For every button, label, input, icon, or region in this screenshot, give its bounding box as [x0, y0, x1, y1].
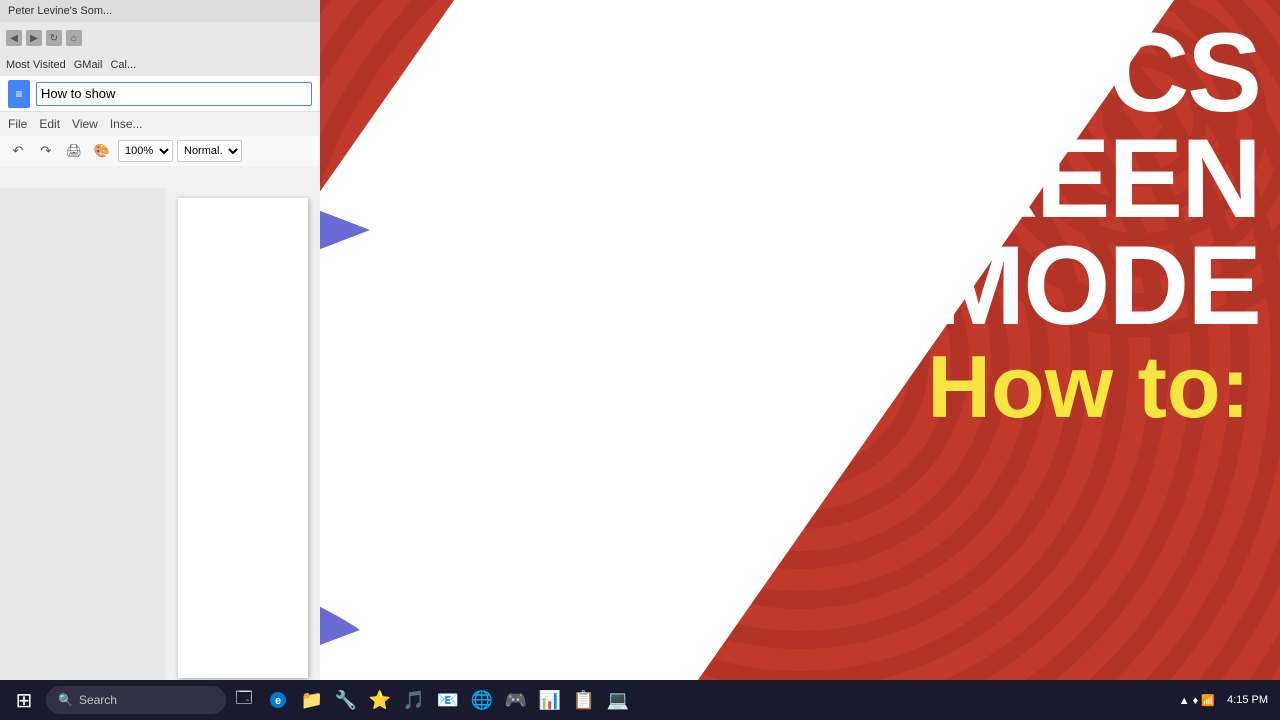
- taskbar-icon10[interactable]: 📋: [568, 684, 600, 716]
- system-tray: ▲ ♦ 📶 4:15 PM: [1171, 694, 1276, 707]
- taskbar-icon9[interactable]: 📊: [534, 684, 566, 716]
- bookmarks-bar: Most Visited GMail Cal...: [0, 54, 320, 76]
- redo-button[interactable]: ↷: [34, 139, 58, 163]
- taskbar-icon7[interactable]: 🌐: [466, 684, 498, 716]
- taskbar-icon3[interactable]: 🔧: [330, 684, 362, 716]
- doc-page-wrapper: [165, 188, 320, 680]
- paintformat-button[interactable]: 🎨: [90, 139, 114, 163]
- taskbar-taskview[interactable]: 🗔: [228, 684, 260, 716]
- search-icon: 🔍: [58, 693, 73, 707]
- zoom-select[interactable]: 100% 75% 125%: [118, 140, 173, 162]
- search-label: Search: [79, 693, 117, 707]
- taskbar-search[interactable]: 🔍 Search: [46, 686, 226, 714]
- bookmark-mostvisited[interactable]: Most Visited: [6, 59, 66, 71]
- gdocs-menubar: File Edit View Inse...: [0, 112, 320, 136]
- undo-button[interactable]: ↶: [6, 139, 30, 163]
- title-subtitle: How to:: [436, 339, 1260, 436]
- browser-navbar: ◀ ▶ ↻ ⌂: [0, 22, 320, 54]
- document-title-input[interactable]: [36, 82, 312, 106]
- print-button[interactable]: 🖨: [62, 139, 86, 163]
- bookmark-gmail[interactable]: GMail: [74, 59, 103, 71]
- taskbar-icon4[interactable]: ⭐: [364, 684, 396, 716]
- taskbar-icon5[interactable]: 🎵: [398, 684, 430, 716]
- menu-insert[interactable]: Inse...: [110, 117, 143, 131]
- browser-title: Peter Levine's Som...: [8, 5, 112, 17]
- forward-button[interactable]: ▶: [26, 30, 42, 46]
- title-line1: GOOGLE DOCS: [436, 20, 1260, 126]
- paragraph-style-select[interactable]: Normal... Heading 1 Heading 2: [177, 140, 242, 162]
- refresh-button[interactable]: ↻: [46, 30, 62, 46]
- taskbar-icon8[interactable]: 🎮: [500, 684, 532, 716]
- tray-icons: ▲ ♦ 📶: [1179, 694, 1215, 707]
- clock: 4:15 PM: [1227, 694, 1268, 706]
- title-line3: MODE: [436, 233, 1260, 339]
- start-button[interactable]: ⊞: [4, 684, 44, 716]
- taskbar-explorer[interactable]: 📁: [296, 684, 328, 716]
- taskbar-ie[interactable]: e: [262, 684, 294, 716]
- home-button[interactable]: ⌂: [66, 30, 82, 46]
- title-text-block: GOOGLE DOCS FULL SCREEN MODE How to:: [436, 20, 1260, 436]
- svg-text:e: e: [275, 695, 281, 707]
- gdocs-header: ≡: [0, 76, 320, 112]
- bookmark-cal[interactable]: Cal...: [110, 59, 136, 71]
- gdocs-icon-symbol: ≡: [15, 87, 22, 101]
- back-button[interactable]: ◀: [6, 30, 22, 46]
- taskbar-icon11[interactable]: 💻: [602, 684, 634, 716]
- taskbar-icon6[interactable]: 📧: [432, 684, 464, 716]
- gdocs-toolbar: ↶ ↷ 🖨 🎨 100% 75% 125% Normal... Heading …: [0, 136, 320, 166]
- gdocs-icon: ≡: [8, 80, 30, 108]
- menu-file[interactable]: File: [8, 117, 27, 131]
- taskbar: ⊞ 🔍 Search 🗔 e 📁 🔧 ⭐ 🎵 📧 🌐 🎮 📊 📋 💻 ▲ ♦ 📶…: [0, 680, 1280, 720]
- browser-titlebar: Peter Levine's Som...: [0, 0, 320, 22]
- menu-edit[interactable]: Edit: [39, 117, 60, 131]
- doc-sidebar: [0, 188, 165, 680]
- doc-page: [178, 198, 308, 678]
- browser-window: Peter Levine's Som... ◀ ▶ ↻ ⌂ Most Visit…: [0, 0, 320, 188]
- menu-view[interactable]: View: [72, 117, 98, 131]
- title-line2: FULL SCREEN: [436, 126, 1260, 232]
